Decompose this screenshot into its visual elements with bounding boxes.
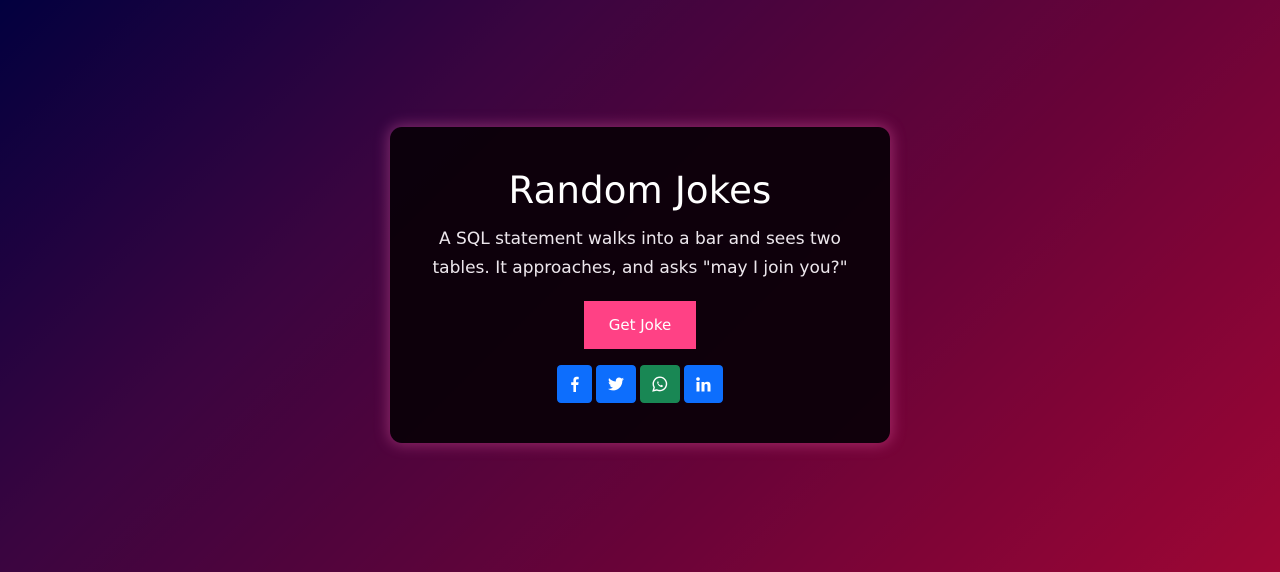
facebook-share-button[interactable] bbox=[557, 365, 592, 403]
page-title: Random Jokes bbox=[508, 169, 772, 212]
whatsapp-icon bbox=[652, 376, 668, 392]
facebook-icon bbox=[570, 376, 579, 392]
twitter-share-button[interactable] bbox=[596, 365, 636, 403]
get-joke-button[interactable]: Get Joke bbox=[584, 301, 696, 349]
linkedin-share-button[interactable] bbox=[684, 365, 723, 403]
joke-text: A SQL statement walks into a bar and see… bbox=[432, 229, 848, 278]
twitter-icon bbox=[608, 377, 624, 391]
whatsapp-share-button[interactable] bbox=[640, 365, 680, 403]
linkedin-icon bbox=[696, 376, 711, 392]
joke-card: Random Jokes A SQL statement walks into … bbox=[390, 127, 890, 443]
